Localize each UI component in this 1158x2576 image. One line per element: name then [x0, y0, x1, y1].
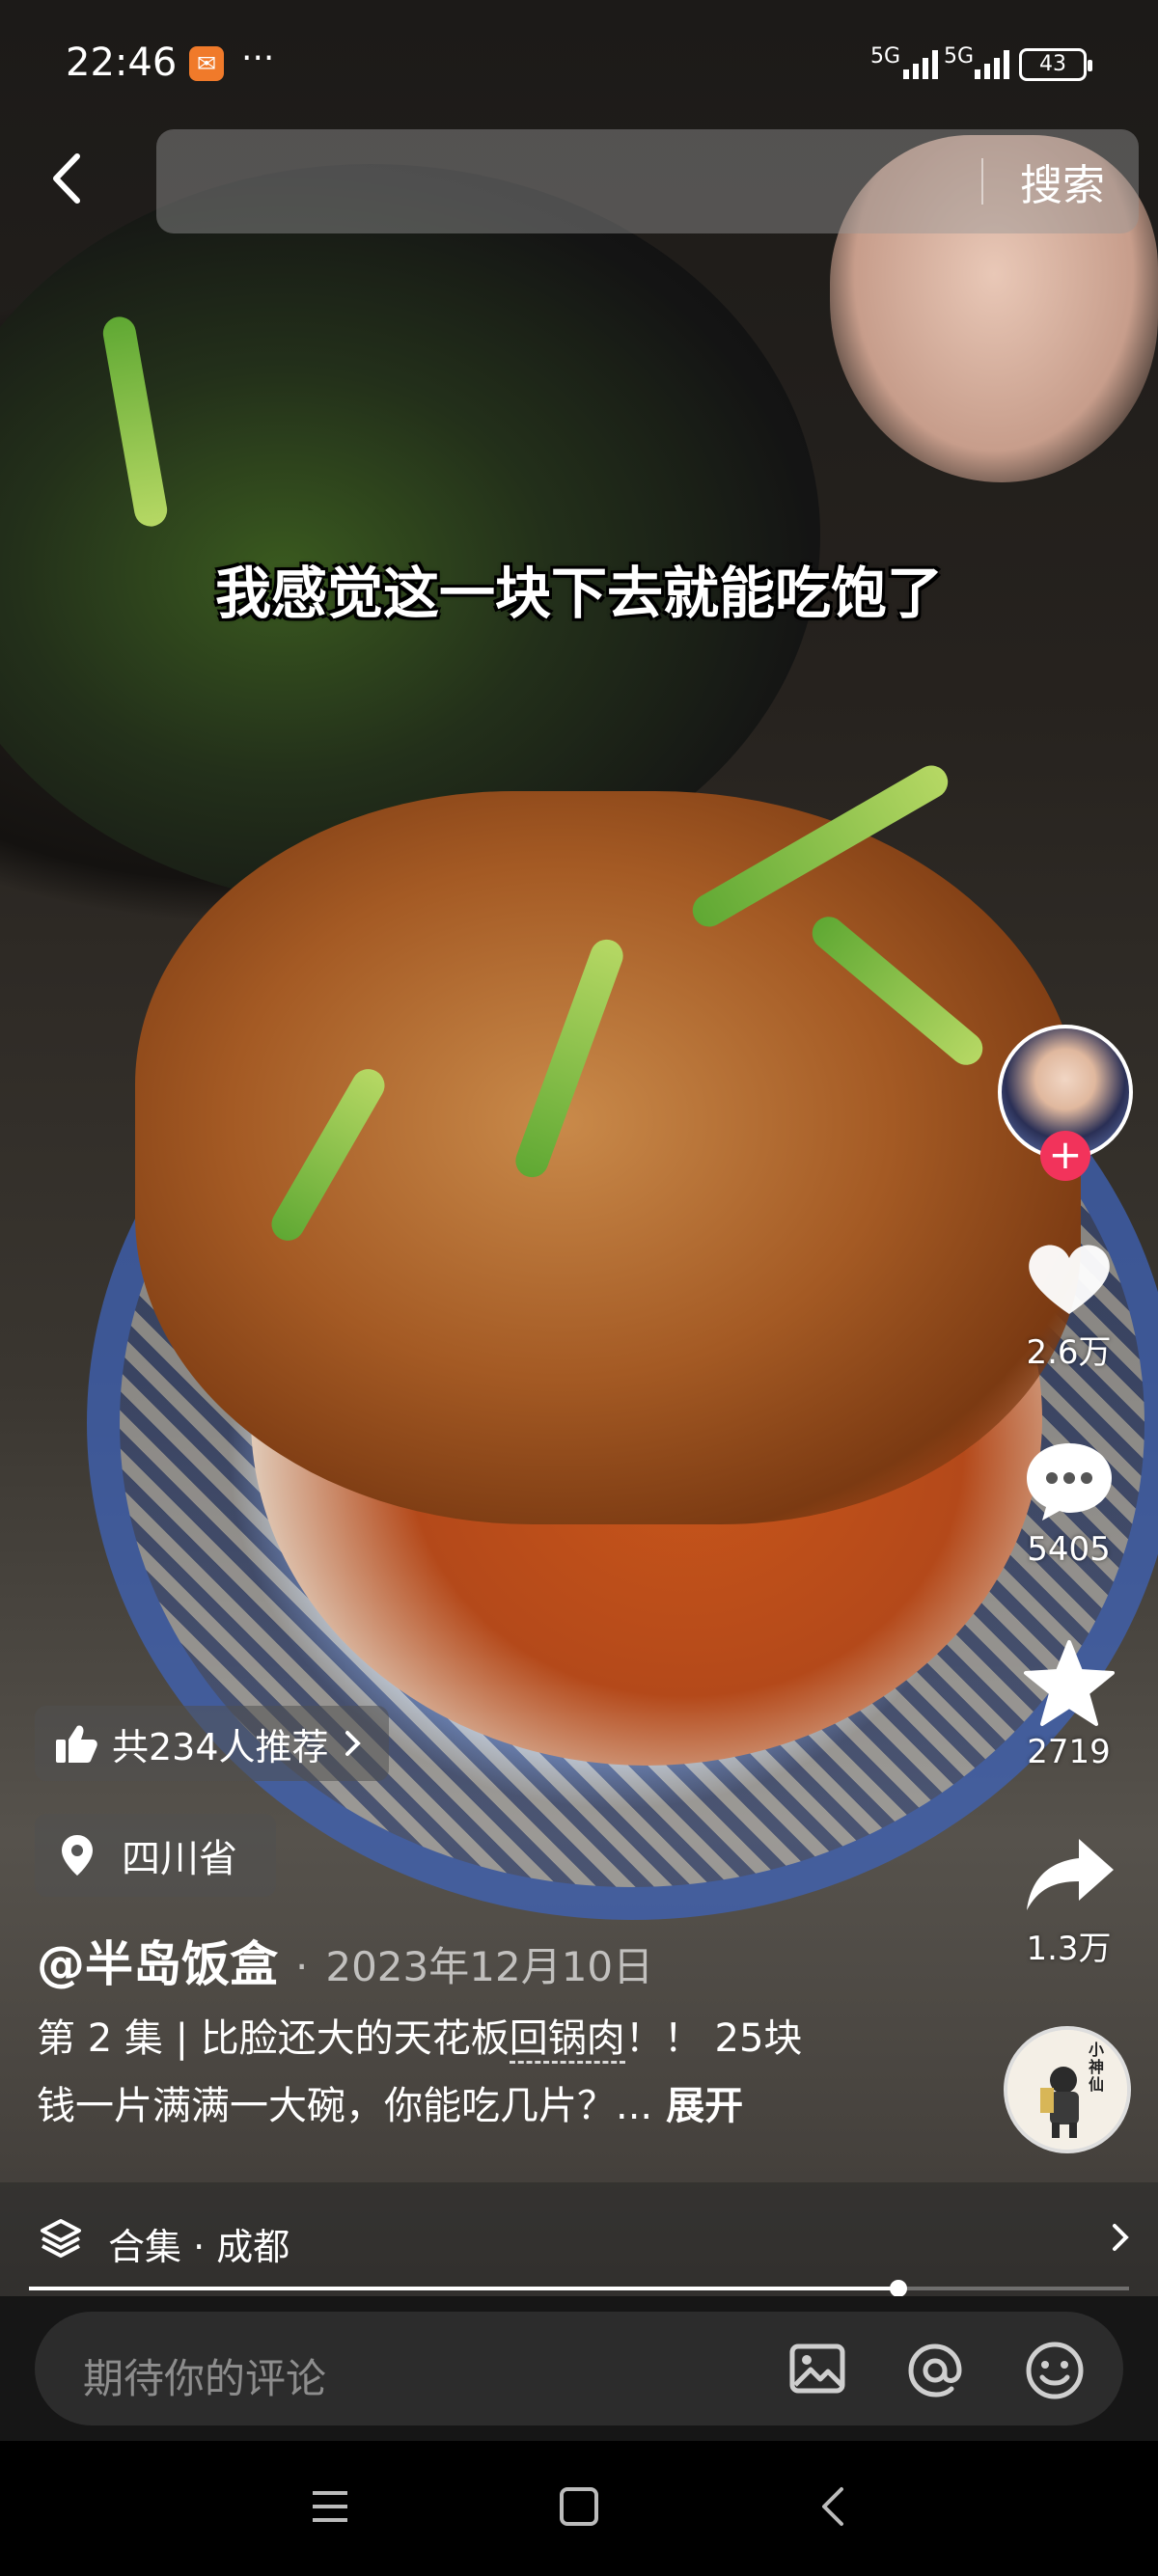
mention-icon[interactable] [903, 2339, 967, 2402]
description-text: ！！ 25块 [624, 2016, 803, 2061]
thumbs-up-icon [56, 1725, 97, 1763]
like-button[interactable]: 2.6万 [1004, 1237, 1134, 1373]
comment-count: 5405 [1027, 1530, 1111, 1569]
keyword-link[interactable]: 回锅肉 [509, 2016, 625, 2064]
description-line-1: 第 2 集 | 比脸还大的天花板回锅肉！！ 25块 [37, 2005, 905, 2072]
comment-area: 期待你的评论 [0, 2296, 1158, 2441]
status-bar: 22:46 ✉ ··· 5G 5G 43 [0, 0, 1158, 125]
collection-bar[interactable]: 合集 · 成都 [0, 2182, 1158, 2296]
follow-button[interactable]: + [1040, 1131, 1090, 1181]
location-pin-icon [62, 1835, 93, 1876]
system-nav-bar [0, 2441, 1158, 2576]
battery-icon: 43 [1019, 48, 1092, 81]
emoji-icon[interactable] [1023, 2339, 1087, 2402]
heart-icon [1028, 1245, 1110, 1314]
author-line: @半岛饭盒 · 2023年12月10日 [37, 1926, 653, 1995]
layers-icon [41, 2219, 81, 2258]
expand-link[interactable]: 展开 [666, 2084, 743, 2128]
notification-app-icon: ✉ [189, 46, 224, 81]
collection-label: 合集 · 成都 [108, 2226, 290, 2268]
chevron-right-icon [345, 1731, 361, 1756]
home-square-icon[interactable] [556, 2483, 602, 2530]
location-chip[interactable]: 四川省 [35, 1814, 276, 1897]
description-text: 钱一片满满一大碗，你能吃几片？... [37, 2084, 653, 2128]
post-description[interactable]: 第 2 集 | 比脸还大的天花板回锅肉！！ 25块 钱一片满满一大碗，你能吃几片… [37, 2005, 905, 2140]
favorite-count: 2719 [1027, 1733, 1111, 1771]
back-nav-icon[interactable] [811, 2483, 857, 2530]
image-icon[interactable] [787, 2339, 847, 2398]
menu-icon[interactable] [307, 2483, 353, 2530]
search-divider [981, 158, 983, 205]
comment-placeholder: 期待你的评论 [83, 2355, 327, 2402]
battery-level: 43 [1039, 52, 1066, 76]
status-time: 22:46 [66, 41, 178, 85]
more-notifications-icon: ··· [241, 39, 275, 78]
share-count: 1.3万 [1026, 1930, 1112, 1968]
music-disc[interactable]: 小神仙 [1004, 2026, 1131, 2153]
description-line-2: 钱一片满满一大碗，你能吃几片？... 展开 [37, 2072, 905, 2140]
video-caption: 我感觉这一块下去就能吃饱了 [214, 561, 943, 626]
search-input[interactable]: 搜索 [156, 129, 1139, 233]
favorite-button[interactable]: 2719 [1004, 1638, 1134, 1771]
search-button[interactable]: 搜索 [1020, 151, 1105, 212]
pork-image [135, 791, 1081, 1524]
network-type-2: 5G [944, 44, 975, 69]
progress-fill [29, 2287, 898, 2290]
signal-2-icon [975, 48, 1009, 79]
back-button[interactable] [39, 145, 106, 222]
comment-bubble-icon [1026, 1443, 1112, 1521]
music-disc-text: 小神仙 [1089, 2041, 1105, 2094]
chevron-right-icon [1113, 2224, 1129, 2251]
date-separator: · [295, 1943, 309, 1990]
music-cover-icon [1007, 2030, 1127, 2150]
star-icon [1023, 1640, 1115, 1726]
share-arrow-icon [1026, 1839, 1114, 1910]
description-text: 第 2 集 | 比脸还大的天花板 [37, 2016, 510, 2061]
comment-input[interactable]: 期待你的评论 [35, 2312, 1123, 2425]
video-progress-bar[interactable] [29, 2280, 1129, 2297]
signal-1-icon [903, 48, 938, 79]
share-button[interactable]: 1.3万 [1004, 1833, 1134, 1969]
progress-thumb[interactable] [889, 2280, 907, 2297]
location-text: 四川省 [122, 1837, 237, 1881]
like-count: 2.6万 [1026, 1333, 1112, 1372]
back-arrow-icon [53, 153, 80, 204]
comment-button[interactable]: 5405 [1004, 1438, 1134, 1569]
network-type-1: 5G [870, 44, 901, 69]
author-name[interactable]: @半岛饭盒 [37, 1926, 278, 1995]
recommend-chip[interactable]: 共234人推荐 [35, 1706, 389, 1781]
post-date: 2023年12月10日 [325, 1943, 654, 1990]
recommend-text: 共234人推荐 [112, 1725, 329, 1768]
